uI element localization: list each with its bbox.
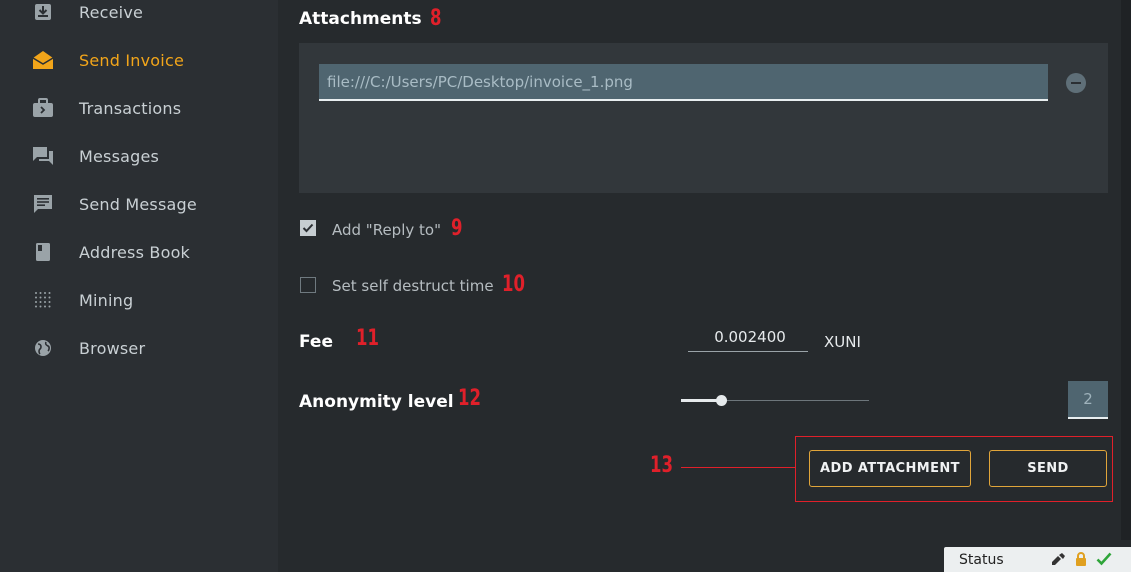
sidebar-item-browser[interactable]: Browser — [0, 324, 278, 372]
globe-icon — [32, 337, 54, 359]
sidebar-item-messages[interactable]: Messages — [0, 132, 278, 180]
check-icon — [302, 223, 314, 233]
check-icon — [1096, 551, 1112, 567]
sidebar-item-label: Browser — [79, 338, 146, 358]
anonymity-level-value: 2 — [1068, 381, 1108, 419]
sidebar-item-label: Transactions — [79, 98, 182, 118]
attachments-title: Attachments — [299, 9, 422, 29]
grid-dots-icon — [32, 289, 54, 311]
anonymity-slider-handle[interactable] — [716, 395, 727, 406]
status-label: Status — [959, 552, 1004, 568]
attachment-file-input[interactable] — [319, 64, 1048, 99]
sidebar-item-mining[interactable]: Mining — [0, 276, 278, 324]
sidebar-item-send-message[interactable]: Send Message — [0, 180, 278, 228]
briefcase-icon — [32, 97, 54, 119]
add-attachment-button[interactable]: ADD ATTACHMENT — [809, 450, 971, 487]
send-button[interactable]: SEND — [989, 450, 1107, 487]
scrollbar[interactable] — [1121, 0, 1131, 540]
envelope-open-icon — [32, 49, 54, 71]
annotation-marker-8: 8 — [430, 6, 442, 31]
sidebar-item-label: Mining — [79, 290, 134, 310]
chat-bubbles-icon — [32, 145, 54, 167]
minus-icon — [1071, 82, 1081, 84]
sidebar-item-label: Address Book — [79, 242, 191, 262]
annotation-callout-line — [681, 467, 795, 468]
status-bar[interactable]: Status — [944, 547, 1131, 572]
annotation-marker-9: 9 — [451, 216, 463, 241]
reply-to-label: Add "Reply to" — [332, 221, 441, 239]
attachment-file-field[interactable] — [319, 64, 1048, 101]
sidebar-item-label: Send Message — [79, 194, 197, 214]
fee-input[interactable] — [688, 322, 812, 352]
sidebar-item-address-book[interactable]: Address Book — [0, 228, 278, 276]
fee-label: Fee — [299, 332, 333, 352]
annotation-marker-11: 11 — [356, 326, 379, 351]
reply-to-checkbox[interactable] — [300, 220, 316, 236]
receive-icon — [32, 1, 54, 23]
network-icon — [1050, 551, 1066, 567]
self-destruct-checkbox[interactable] — [300, 277, 316, 293]
sidebar-item-label: Send Invoice — [79, 50, 184, 70]
annotation-marker-10: 10 — [502, 272, 525, 297]
sidebar-item-transactions[interactable]: Transactions — [0, 84, 278, 132]
lock-icon — [1073, 551, 1089, 567]
sidebar-item-label: Messages — [79, 146, 160, 166]
annotation-marker-12: 12 — [458, 386, 481, 411]
message-icon — [32, 193, 54, 215]
sidebar-item-send-invoice[interactable]: Send Invoice — [0, 36, 278, 84]
fee-field[interactable] — [688, 322, 812, 352]
sidebar: Receive Send Invoice Transactions Messag… — [0, 0, 278, 572]
book-icon — [32, 241, 54, 263]
sidebar-item-receive[interactable]: Receive — [0, 0, 278, 36]
remove-attachment-button[interactable] — [1066, 73, 1086, 93]
annotation-marker-13: 13 — [650, 453, 673, 478]
self-destruct-label: Set self destruct time — [332, 277, 494, 295]
sidebar-item-label: Receive — [79, 2, 144, 22]
fee-unit: XUNI — [824, 333, 861, 351]
anonymity-level-label: Anonymity level — [299, 392, 454, 412]
